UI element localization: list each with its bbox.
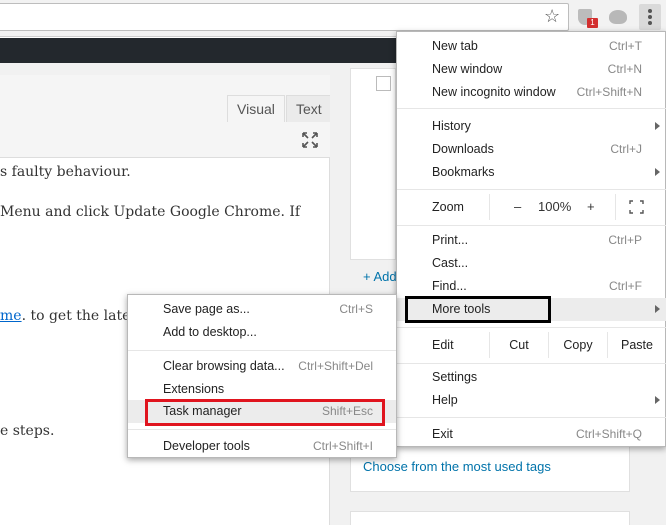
zoom-out-button[interactable]: – <box>514 194 521 220</box>
more-vert-icon[interactable] <box>639 4 661 30</box>
submenu-item-extensions[interactable]: Extensions <box>128 378 396 401</box>
shield-extension-icon[interactable]: 1 <box>578 9 598 28</box>
menu-item-new-incognito-window[interactable]: New incognito window Ctrl+Shift+N <box>397 81 666 104</box>
menu-item-exit[interactable]: Exit Ctrl+Shift+Q <box>397 423 666 446</box>
zoom-in-button[interactable]: + <box>587 194 595 220</box>
menu-separator <box>397 108 666 109</box>
chevron-right-icon <box>655 168 660 176</box>
menu-item-find[interactable]: Find... Ctrl+F <box>397 275 666 298</box>
submenu-item-developer-tools[interactable]: Developer tools Ctrl+Shift+I <box>128 435 396 458</box>
tab-text[interactable]: Text <box>286 95 332 122</box>
menu-item-cast[interactable]: Cast... <box>397 252 666 275</box>
paragraph-line: me. to get the late <box>0 308 131 324</box>
add-category-link[interactable]: + Add <box>363 269 397 284</box>
zoom-value: 100% <box>538 199 572 214</box>
more-tools-highlight-box <box>405 296 551 323</box>
menu-item-help[interactable]: Help <box>397 389 666 412</box>
menu-separator <box>128 429 396 430</box>
fullscreen-expand-icon[interactable] <box>301 131 319 149</box>
menu-separator <box>397 363 666 364</box>
chevron-right-icon <box>655 396 660 404</box>
menu-separator <box>397 327 666 328</box>
fullscreen-icon[interactable] <box>629 200 644 214</box>
zoom-label: Zoom <box>432 200 464 214</box>
menu-item-print[interactable]: Print... Ctrl+P <box>397 229 666 252</box>
menu-item-downloads[interactable]: Downloads Ctrl+J <box>397 138 666 161</box>
submenu-item-clear-browsing-data[interactable]: Clear browsing data... Ctrl+Shift+Del <box>128 355 396 378</box>
edit-row: Edit Cut Copy Paste <box>397 332 666 358</box>
paste-button[interactable]: Paste <box>608 332 666 358</box>
address-bar[interactable] <box>0 3 569 31</box>
menu-item-new-window[interactable]: New window Ctrl+N <box>397 58 666 81</box>
tab-visual[interactable]: Visual <box>227 95 285 122</box>
submenu-item-save-page[interactable]: Save page as... Ctrl+S <box>128 298 396 321</box>
category-checkbox[interactable] <box>376 76 391 91</box>
copy-button[interactable]: Copy <box>549 332 607 358</box>
menu-separator <box>397 225 666 226</box>
zoom-row: Zoom – 100% + <box>397 194 666 220</box>
menu-item-bookmarks[interactable]: Bookmarks <box>397 161 666 184</box>
more-tools-submenu: Save page as... Ctrl+S Add to desktop... … <box>127 294 397 458</box>
menu-item-new-tab[interactable]: New tab Ctrl+T <box>397 35 666 58</box>
paragraph-line: e steps. <box>0 423 55 439</box>
menu-separator <box>128 350 396 351</box>
chrome-main-menu: New tab Ctrl+T New window Ctrl+N New incog… <box>396 31 666 447</box>
cloud-extension-icon[interactable] <box>609 10 627 24</box>
chevron-right-icon <box>655 305 660 313</box>
paragraph-line: Menu and click Update Google Chrome. If <box>0 204 301 220</box>
editor-toolbar <box>0 124 330 158</box>
task-manager-highlight-box <box>145 399 385 426</box>
menu-item-settings[interactable]: Settings <box>397 366 666 389</box>
paragraph-line: s faulty behaviour. <box>0 164 131 180</box>
extension-badge: 1 <box>587 18 598 28</box>
sidebar-box <box>350 511 630 525</box>
menu-separator <box>397 189 666 190</box>
edit-label: Edit <box>432 338 454 352</box>
categories-box <box>350 68 396 260</box>
menu-separator <box>397 417 666 418</box>
editor-link[interactable]: me <box>0 308 22 324</box>
cut-button[interactable]: Cut <box>490 332 548 358</box>
menu-item-history[interactable]: History <box>397 115 666 138</box>
chevron-right-icon <box>655 122 660 130</box>
submenu-item-add-to-desktop[interactable]: Add to desktop... <box>128 321 396 344</box>
most-used-tags-link[interactable]: Choose from the most used tags <box>363 459 551 474</box>
star-icon[interactable]: ☆ <box>544 6 560 26</box>
